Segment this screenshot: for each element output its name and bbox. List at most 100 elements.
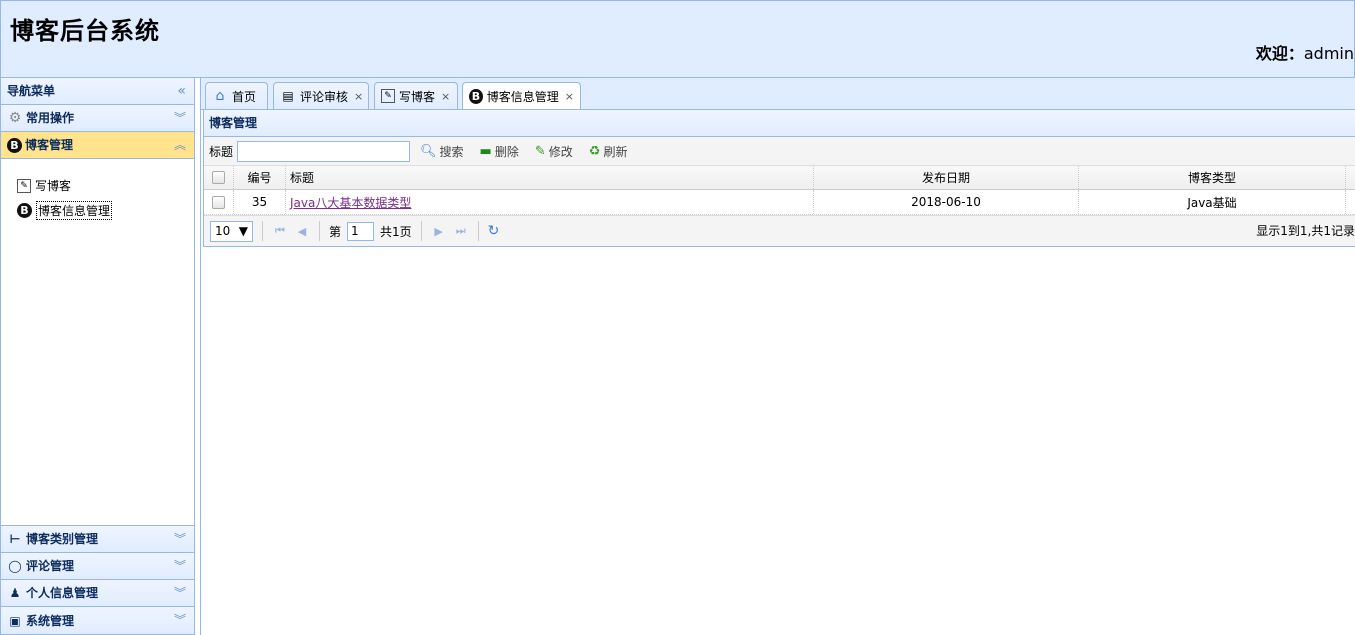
cell-type: Java基础 <box>1079 190 1346 214</box>
search-icon: 🔍︎ <box>420 143 437 159</box>
pager-separator <box>420 221 422 241</box>
column-header-title[interactable]: 标题 <box>286 166 814 189</box>
cell-id: 35 <box>234 190 286 214</box>
refresh-icon: ♻ <box>588 143 601 159</box>
page-number-input[interactable]: 1 <box>347 221 375 241</box>
column-header-date[interactable]: 发布日期 <box>814 166 1079 189</box>
first-page-icon[interactable]: ⏮ <box>272 224 288 238</box>
tree-item-label: 博客信息管理 <box>36 201 113 220</box>
accordion-common-ops[interactable]: ⚙ 常用操作 ︾ <box>1 105 194 132</box>
home-icon: ⌂ <box>215 88 225 104</box>
chevron-up-icon[interactable]: ︽ <box>174 132 186 158</box>
select-all-cell <box>204 166 234 189</box>
page-size-value: 10 <box>215 224 231 238</box>
close-icon[interactable]: × <box>441 90 450 103</box>
accordion-personal-info[interactable]: ♟ 个人信息管理 ︾ <box>1 580 194 607</box>
tab-blog-info-manage[interactable]: B 博客信息管理 × <box>462 82 581 110</box>
accordion-label: 常用操作 <box>26 111 75 125</box>
edit-icon: ✎ <box>17 178 31 193</box>
delete-icon: ▬ <box>479 143 492 159</box>
chevron-down-icon[interactable]: ︾ <box>174 526 186 552</box>
accordion-blog-manage[interactable]: B 博客管理 ︽ <box>1 132 194 159</box>
delete-button[interactable]: ▬ 删除 <box>474 143 525 160</box>
tree-item-blog-info-manage[interactable]: B 博客信息管理 <box>17 198 194 223</box>
blog-icon: B <box>17 203 32 218</box>
gear-icon: ⚙ <box>8 110 22 126</box>
blog-manage-panel: 博客管理 标题 🔍︎ 搜索 ▬ 删除 ✎ 修改 ♻ 刷新 编号 标题 发布日期 … <box>203 109 1355 247</box>
accordion-label: 博客类别管理 <box>26 532 99 546</box>
close-icon[interactable]: × <box>565 90 574 103</box>
refresh-button[interactable]: ♻ 刷新 <box>583 143 634 160</box>
dropdown-arrow-icon: ▼ <box>238 224 248 238</box>
edit-button[interactable]: ✎ 修改 <box>529 143 579 160</box>
cell-filler <box>1346 190 1355 214</box>
select-all-checkbox[interactable] <box>212 171 225 184</box>
reload-icon[interactable]: ↻ <box>488 223 500 239</box>
pencil-icon: ✎ <box>534 143 546 159</box>
accordion-label: 个人信息管理 <box>26 586 99 600</box>
tab-write-blog[interactable]: ✎ 写博客 × <box>374 82 458 109</box>
nav-sidebar: 导航菜单 « ⚙ 常用操作 ︾ B 博客管理 ︽ ✎ 写博客 B 博客信息管理 … <box>0 78 195 635</box>
tab-label: 写博客 <box>399 89 436 104</box>
close-icon[interactable]: × <box>354 90 363 103</box>
main-area: ⌂ 首页 ▤ 评论审核 × ✎ 写博客 × B 博客信息管理 × 博客管理 标题… <box>200 78 1355 635</box>
accordion-system-manage[interactable]: ▣ 系统管理 ︾ <box>1 607 194 634</box>
sidebar-header: 导航菜单 « <box>1 78 194 105</box>
pager-separator <box>477 221 479 241</box>
blog-icon: B <box>7 137 22 153</box>
app-title: 博客后台系统 <box>10 17 160 45</box>
grid-header: 编号 标题 发布日期 博客类型 <box>204 166 1355 190</box>
refresh-button-label: 刷新 <box>603 144 628 159</box>
tab-label: 评论审核 <box>300 89 349 104</box>
column-header-filler <box>1346 166 1355 189</box>
welcome-prefix: 欢迎： <box>1255 44 1304 63</box>
pager-separator <box>262 221 263 241</box>
tab-label: 博客信息管理 <box>486 90 559 104</box>
table-row[interactable]: 35 Java八大基本数据类型 2018-06-10 Java基础 <box>204 190 1355 215</box>
collapse-sidebar-icon[interactable]: « <box>177 78 186 105</box>
page-prefix: 第 <box>329 224 342 239</box>
page-size-select[interactable]: 10 ▼ <box>210 220 253 242</box>
tab-bar: ⌂ 首页 ▤ 评论审核 × ✎ 写博客 × B 博客信息管理 × <box>201 78 1355 110</box>
page-total: 共1页 <box>380 224 412 239</box>
sidebar-title: 导航菜单 <box>7 84 56 98</box>
accordion-label: 博客管理 <box>25 138 74 152</box>
next-page-icon[interactable]: ▶ <box>431 225 447 238</box>
accordion-label: 系统管理 <box>26 613 75 628</box>
pager-separator <box>319 221 320 241</box>
edit-button-label: 修改 <box>548 144 573 159</box>
accordion-blog-category[interactable]: ⊢ 博客类别管理 ︾ <box>1 526 194 553</box>
delete-button-label: 删除 <box>494 144 519 159</box>
search-button[interactable]: 🔍︎ 搜索 <box>414 143 470 160</box>
username: admin <box>1303 44 1354 63</box>
chevron-down-icon[interactable]: ︾ <box>174 553 186 579</box>
row-checkbox[interactable] <box>212 195 225 209</box>
panel-title: 博客管理 <box>204 110 1355 137</box>
accordion-comment-manage[interactable]: ◯ 评论管理 ︾ <box>1 553 194 580</box>
search-button-label: 搜索 <box>439 144 464 159</box>
cell-title: Java八大基本数据类型 <box>286 190 814 214</box>
column-header-type[interactable]: 博客类型 <box>1079 166 1346 189</box>
toolbar: 标题 🔍︎ 搜索 ▬ 删除 ✎ 修改 ♻ 刷新 <box>204 137 1355 166</box>
category-icon: ⊢ <box>9 532 21 546</box>
last-page-icon[interactable]: ⏭ <box>453 224 469 238</box>
tab-home[interactable]: ⌂ 首页 <box>205 82 268 109</box>
prev-page-icon[interactable]: ◀ <box>294 225 310 238</box>
tree-item-write-blog[interactable]: ✎ 写博客 <box>17 173 194 198</box>
search-label: 标题 <box>209 144 234 159</box>
pagination-bar: 10 ▼ ⏮ ◀ 第 1 共1页 ▶ ⏭ ↻ 显示1到1,共1记录 <box>204 215 1355 246</box>
comment-review-icon: ▤ <box>282 89 294 103</box>
blog-title-link[interactable]: Java八大基本数据类型 <box>290 194 411 211</box>
settings-icon: ▣ <box>9 613 21 628</box>
chevron-down-icon[interactable]: ︾ <box>174 105 186 131</box>
edit-icon: ✎ <box>381 89 395 103</box>
column-header-id[interactable]: 编号 <box>234 166 286 189</box>
cell-date: 2018-06-10 <box>814 190 1079 214</box>
tab-comment-review[interactable]: ▤ 评论审核 × <box>273 82 369 109</box>
pager-info: 显示1到1,共1记录 <box>1256 224 1355 238</box>
welcome-text: 欢迎：admin <box>1256 40 1354 64</box>
chevron-down-icon[interactable]: ︾ <box>174 607 186 633</box>
chevron-down-icon[interactable]: ︾ <box>174 580 186 606</box>
title-search-input[interactable] <box>237 140 411 162</box>
row-checkbox-cell <box>204 190 234 214</box>
